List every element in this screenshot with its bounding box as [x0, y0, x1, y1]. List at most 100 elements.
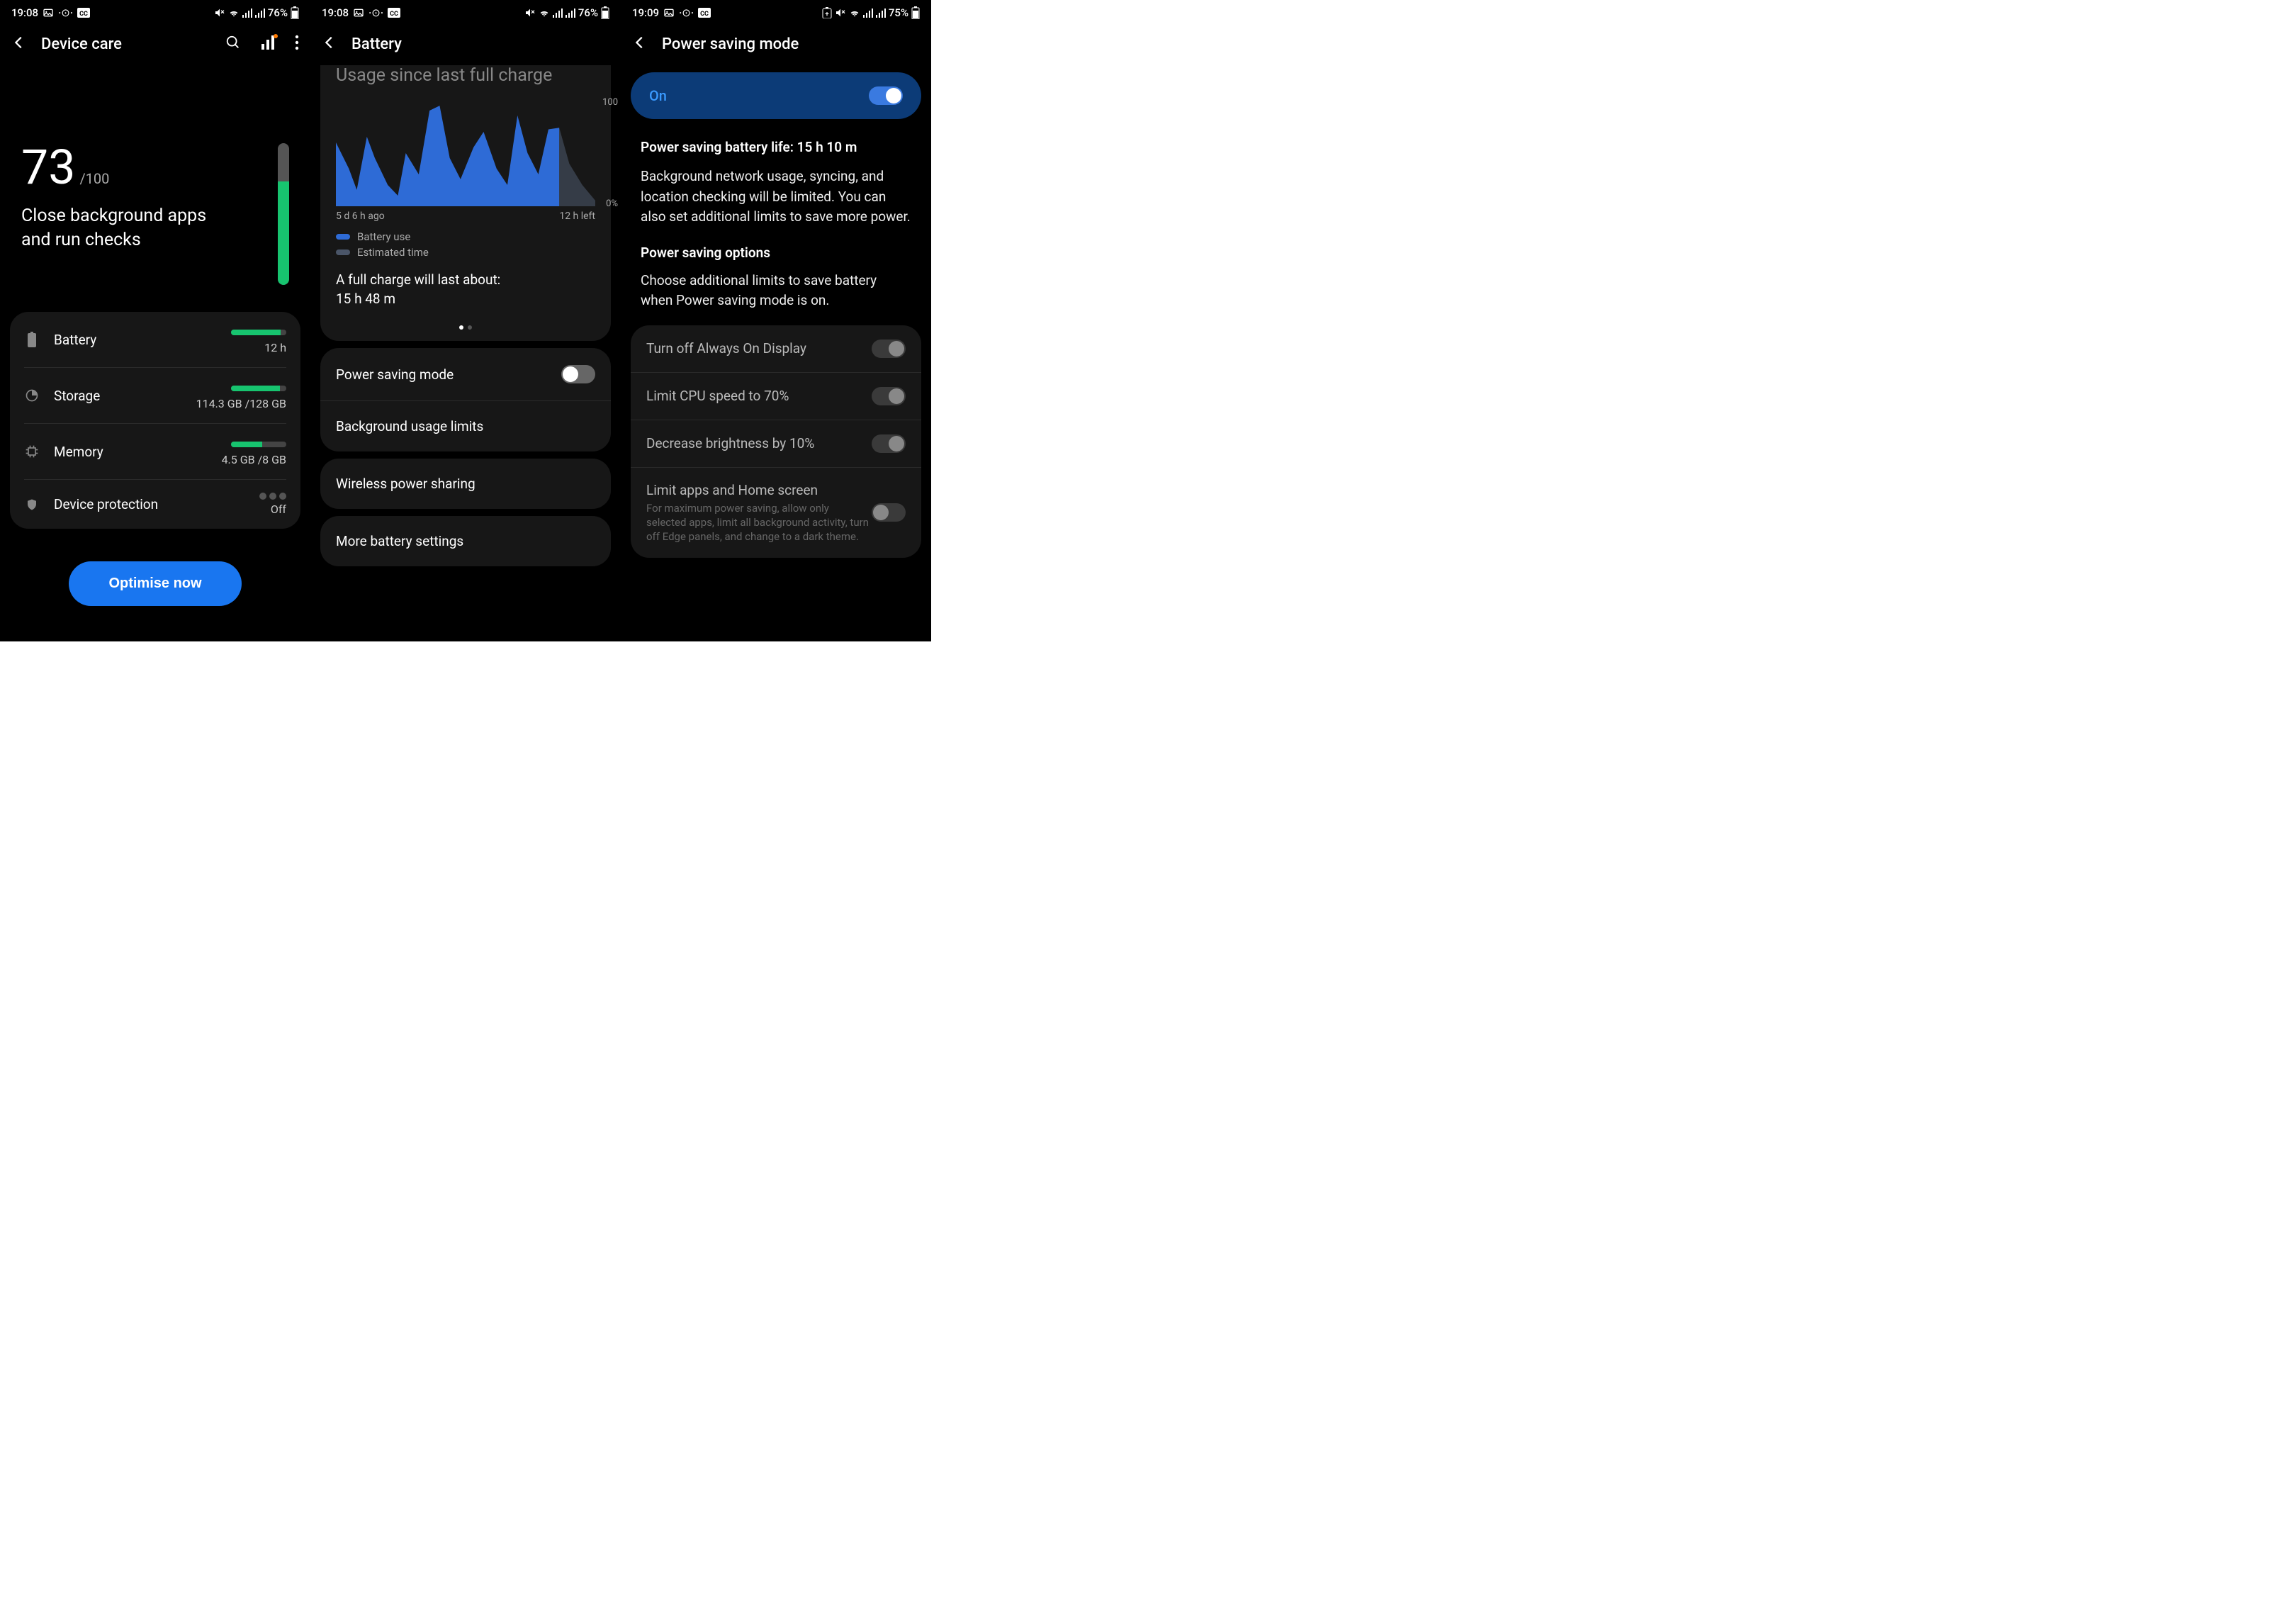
cpu-row[interactable]: Limit CPU speed to 70%: [631, 373, 921, 420]
protection-value: Off: [194, 503, 286, 516]
battery-bar: [231, 330, 286, 335]
battery-icon: [601, 6, 609, 19]
battery-row-icon: [24, 332, 40, 347]
storage-row[interactable]: Storage 114.3 GB /128 GB: [24, 368, 286, 424]
device-stats-card: Battery 12 h Storage 114.3 GB /128 GB Me…: [10, 312, 300, 529]
header: Power saving mode: [621, 23, 931, 65]
limit-apps-sub: For maximum power saving, allow only sel…: [646, 501, 872, 544]
cpu-toggle[interactable]: [872, 387, 906, 405]
cc-icon: CC: [388, 8, 400, 18]
score-bar: [278, 143, 289, 285]
header: Device care: [0, 23, 310, 65]
mute-icon: [835, 7, 846, 18]
master-toggle-bar[interactable]: On: [631, 72, 921, 119]
y-top-label: 100: [602, 97, 618, 108]
battery-life-label: Power saving battery life: 15 h 10 m: [641, 139, 911, 155]
status-time: 19:08: [322, 6, 349, 19]
aod-row[interactable]: Turn off Always On Display: [631, 325, 921, 373]
aod-toggle[interactable]: [872, 340, 906, 358]
power-saving-mode-row[interactable]: Power saving mode: [320, 348, 611, 401]
score-section: 73 /100 Close background apps and run ch…: [0, 65, 310, 306]
back-icon[interactable]: [322, 35, 337, 53]
score-suffix: /100: [79, 170, 109, 187]
protection-label: Device protection: [54, 496, 180, 512]
protection-dots: [194, 493, 286, 500]
on-label: On: [649, 87, 869, 104]
battery-icon: [291, 6, 299, 19]
legend-battery: Battery use: [357, 230, 410, 243]
memory-row[interactable]: Memory 4.5 GB /8 GB: [24, 424, 286, 480]
signal-icon: [553, 8, 563, 18]
bg-label: Background usage limits: [336, 418, 595, 434]
battery-row[interactable]: Battery 12 h: [24, 312, 286, 368]
power-saving-status-icon: +: [822, 7, 832, 18]
svg-text:CC: CC: [700, 11, 709, 18]
image-icon: [353, 7, 364, 18]
overflow-menu-icon[interactable]: [295, 35, 299, 53]
status-bar: 19:08 ·⊙· CC 76%: [0, 0, 310, 23]
battery-screen: 19:08 ·⊙· CC 76% Battery Usage since las…: [310, 0, 621, 641]
memory-bar: [231, 442, 286, 447]
dot-icon: ·⊙·: [58, 6, 73, 19]
status-battery-pct: 75%: [889, 6, 908, 19]
wifi-icon: [539, 7, 550, 18]
full-charge-value: 15 h 48 m: [336, 291, 595, 307]
signal2-icon: [565, 8, 575, 18]
battery-chart: 100 0%: [336, 100, 595, 206]
legend-swatch-battery: [336, 234, 350, 240]
dot-icon: ·⊙·: [368, 6, 383, 19]
battery-icon: [911, 6, 920, 19]
svg-text:CC: CC: [390, 11, 398, 18]
usage-card[interactable]: Usage since last full charge 100 0% 5 d …: [320, 65, 611, 341]
legend-estimate: Estimated time: [357, 246, 429, 259]
page-title: Power saving mode: [662, 35, 920, 53]
storage-row-icon: [24, 388, 40, 403]
background-usage-row[interactable]: Background usage limits: [320, 401, 611, 451]
limit-apps-label: Limit apps and Home screen: [646, 482, 872, 498]
svg-text:+: +: [825, 11, 829, 18]
limit-apps-toggle[interactable]: [872, 503, 906, 522]
protection-row[interactable]: Device protection Off: [24, 480, 286, 529]
y-bot-label: 0%: [606, 198, 618, 209]
page-title: Device care: [41, 35, 211, 53]
image-icon: [663, 7, 675, 18]
signal2-icon: [255, 8, 265, 18]
optimise-button[interactable]: Optimise now: [69, 561, 241, 606]
full-charge-label: A full charge will last about:: [336, 271, 595, 288]
brightness-row[interactable]: Decrease brightness by 10%: [631, 420, 921, 468]
dot-icon: ·⊙·: [679, 6, 694, 19]
info-block: Power saving battery life: 15 h 10 m Bac…: [621, 132, 931, 318]
page-indicator: [336, 325, 595, 330]
usage-title: Usage since last full charge: [336, 65, 595, 86]
psm-toggle[interactable]: [561, 365, 595, 383]
battery-label: Battery: [54, 332, 180, 348]
more-battery-card: More battery settings: [320, 516, 611, 566]
cpu-label: Limit CPU speed to 70%: [646, 388, 872, 404]
brightness-label: Decrease brightness by 10%: [646, 435, 872, 451]
x-end-label: 12 h left: [559, 211, 595, 222]
search-icon[interactable]: [225, 35, 241, 53]
back-icon[interactable]: [11, 35, 27, 53]
score-description: Close background apps and run checks: [21, 204, 234, 252]
svg-text:CC: CC: [79, 11, 88, 18]
status-bar: 19:08 ·⊙· CC 76%: [310, 0, 621, 23]
header: Battery: [310, 23, 621, 65]
back-icon[interactable]: [632, 35, 648, 53]
wireless-power-row[interactable]: Wireless power sharing: [320, 459, 611, 509]
signal-icon: [242, 8, 252, 18]
wps-label: Wireless power sharing: [336, 476, 595, 492]
status-time: 19:09: [632, 6, 659, 19]
signal-icon: [863, 8, 873, 18]
memory-label: Memory: [54, 444, 180, 460]
brightness-toggle[interactable]: [872, 434, 906, 453]
stats-icon[interactable]: [261, 35, 275, 52]
device-care-screen: 19:08 ·⊙· CC 76% Device care 73 /100: [0, 0, 310, 641]
wifi-icon: [228, 7, 240, 18]
info-desc: Background network usage, syncing, and l…: [641, 167, 911, 228]
storage-label: Storage: [54, 388, 180, 404]
wireless-power-card: Wireless power sharing: [320, 459, 611, 509]
cc-icon: CC: [77, 8, 90, 18]
more-battery-row[interactable]: More battery settings: [320, 516, 611, 566]
master-toggle[interactable]: [869, 86, 903, 105]
limit-apps-row[interactable]: Limit apps and Home screen For maximum p…: [631, 468, 921, 559]
